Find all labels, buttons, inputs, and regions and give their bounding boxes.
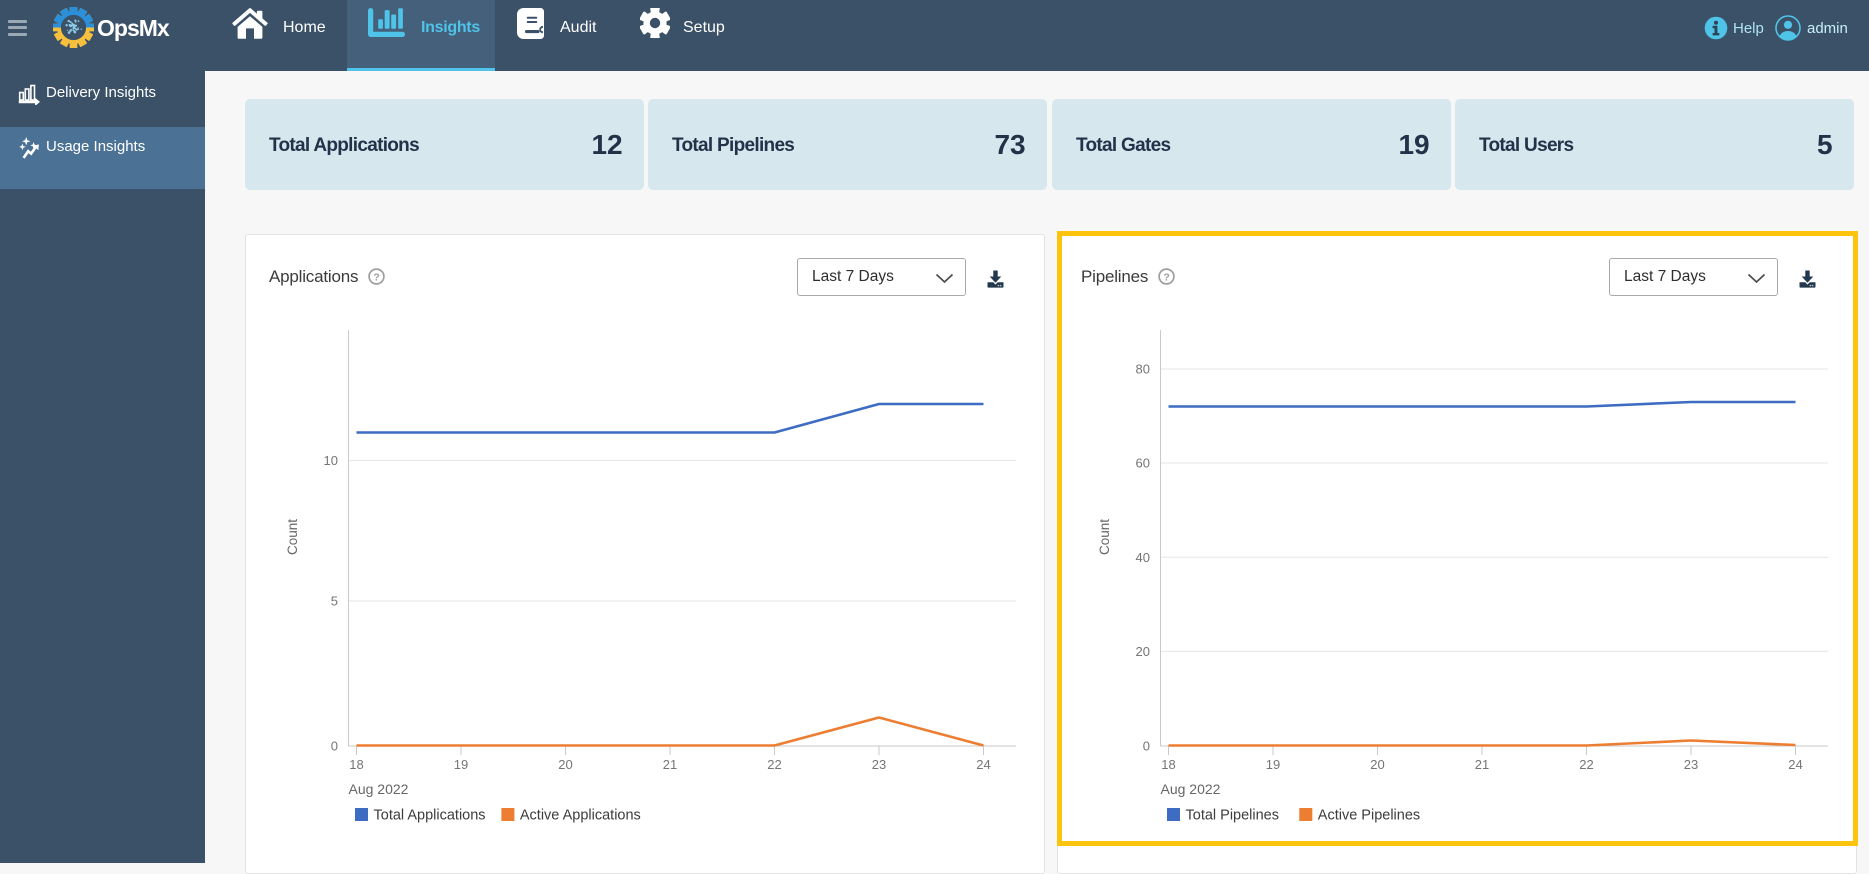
- svg-text:Total Applications: Total Applications: [374, 808, 486, 824]
- svg-text:19: 19: [1266, 757, 1280, 772]
- svg-text:80: 80: [1136, 362, 1150, 377]
- svg-text:24: 24: [1788, 757, 1802, 772]
- svg-text:Active Pipelines: Active Pipelines: [1318, 808, 1420, 824]
- svg-text:22: 22: [1579, 757, 1593, 772]
- svg-text:23: 23: [872, 757, 886, 772]
- svg-text:18: 18: [349, 757, 363, 772]
- svg-text:Total Pipelines: Total Pipelines: [1186, 808, 1280, 824]
- svg-text:60: 60: [1136, 456, 1150, 471]
- svg-text:20: 20: [1370, 757, 1384, 772]
- svg-text:Aug 2022: Aug 2022: [349, 781, 409, 797]
- svg-text:?: ?: [1163, 271, 1169, 283]
- svg-text:?: ?: [373, 271, 379, 283]
- svg-text:21: 21: [1475, 757, 1489, 772]
- svg-text:22: 22: [767, 757, 781, 772]
- svg-text:24: 24: [976, 757, 990, 772]
- svg-text:Aug 2022: Aug 2022: [1161, 781, 1221, 797]
- svg-text:40: 40: [1136, 550, 1150, 565]
- svg-text:0: 0: [1143, 739, 1150, 754]
- svg-text:5: 5: [331, 594, 338, 609]
- svg-text:10: 10: [324, 453, 338, 468]
- svg-text:20: 20: [558, 757, 572, 772]
- svg-text:21: 21: [663, 757, 677, 772]
- svg-text:Count: Count: [285, 519, 300, 555]
- svg-text:23: 23: [1684, 757, 1698, 772]
- svg-text:20: 20: [1136, 644, 1150, 659]
- svg-text:Count: Count: [1097, 519, 1112, 555]
- svg-text:Active Applications: Active Applications: [520, 808, 641, 824]
- svg-text:18: 18: [1161, 757, 1175, 772]
- svg-text:19: 19: [454, 757, 468, 772]
- svg-text:0: 0: [331, 739, 338, 754]
